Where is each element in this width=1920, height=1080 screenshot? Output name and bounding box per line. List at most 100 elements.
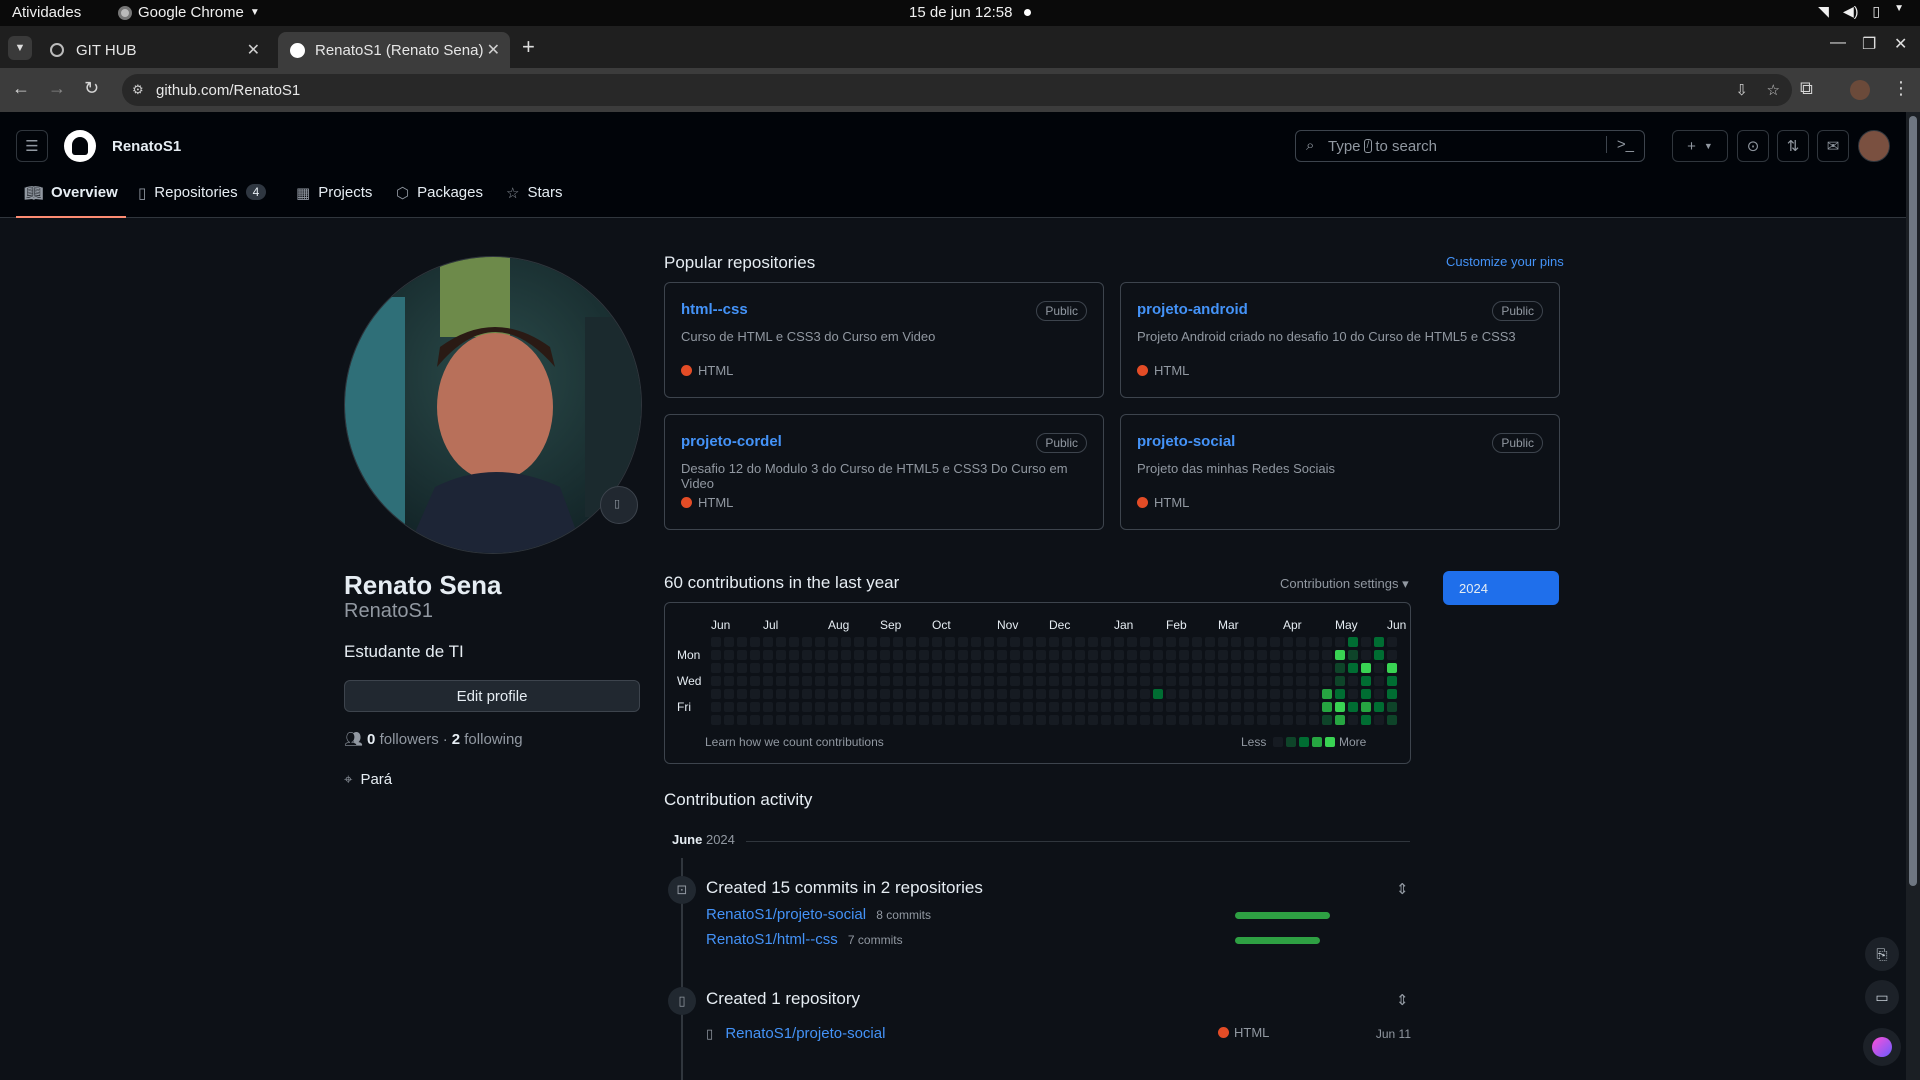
contribution-day-cell[interactable] [1283, 715, 1293, 725]
contribution-day-cell[interactable] [1010, 650, 1020, 660]
contribution-day-cell[interactable] [1348, 689, 1358, 699]
contribution-day-cell[interactable] [1075, 637, 1085, 647]
contribution-settings-button[interactable]: Contribution settings ▾ [1280, 576, 1409, 592]
contribution-day-cell[interactable] [776, 715, 786, 725]
contribution-day-cell[interactable] [1023, 637, 1033, 647]
contribution-day-cell[interactable] [1049, 676, 1059, 686]
contribution-day-cell[interactable] [1218, 689, 1228, 699]
contribution-day-cell[interactable] [737, 715, 747, 725]
contribution-day-cell[interactable] [802, 689, 812, 699]
contribution-day-cell[interactable] [1270, 702, 1280, 712]
contribution-day-cell[interactable] [1361, 650, 1371, 660]
contribution-day-cell[interactable] [1088, 663, 1098, 673]
contribution-day-cell[interactable] [1374, 715, 1384, 725]
contribution-day-cell[interactable] [737, 689, 747, 699]
contribution-day-cell[interactable] [1166, 715, 1176, 725]
contribution-day-cell[interactable] [1049, 637, 1059, 647]
contribution-day-cell[interactable] [1192, 676, 1202, 686]
contribution-day-cell[interactable] [789, 637, 799, 647]
contribution-day-cell[interactable] [1127, 637, 1137, 647]
contribution-day-cell[interactable] [1114, 663, 1124, 673]
contribution-day-cell[interactable] [1023, 715, 1033, 725]
contribution-day-cell[interactable] [1179, 637, 1189, 647]
contribution-day-cell[interactable] [1010, 637, 1020, 647]
contribution-day-cell[interactable] [1309, 715, 1319, 725]
contribution-day-cell[interactable] [984, 689, 994, 699]
contribution-day-cell[interactable] [1309, 676, 1319, 686]
contribution-day-cell[interactable] [841, 676, 851, 686]
contribution-day-cell[interactable] [789, 702, 799, 712]
contribution-day-cell[interactable] [1348, 663, 1358, 673]
contribution-day-cell[interactable] [971, 689, 981, 699]
contribution-day-cell[interactable] [737, 650, 747, 660]
contribution-day-cell[interactable] [841, 689, 851, 699]
contribution-day-cell[interactable] [1179, 650, 1189, 660]
contribution-day-cell[interactable] [1088, 676, 1098, 686]
contribution-day-cell[interactable] [1036, 702, 1046, 712]
contribution-day-cell[interactable] [711, 637, 721, 647]
contribution-day-cell[interactable] [1231, 650, 1241, 660]
contribution-day-cell[interactable] [737, 676, 747, 686]
contribution-day-cell[interactable] [802, 702, 812, 712]
contribution-day-cell[interactable] [906, 650, 916, 660]
contribution-day-cell[interactable] [1335, 702, 1345, 712]
contribution-day-cell[interactable] [945, 637, 955, 647]
contribution-day-cell[interactable] [1231, 702, 1241, 712]
contribution-day-cell[interactable] [1127, 715, 1137, 725]
contribution-day-cell[interactable] [828, 676, 838, 686]
contribution-day-cell[interactable] [1114, 676, 1124, 686]
contribution-day-cell[interactable] [1309, 663, 1319, 673]
contribution-day-cell[interactable] [880, 637, 890, 647]
contribution-day-cell[interactable] [893, 702, 903, 712]
contribution-day-cell[interactable] [945, 689, 955, 699]
menu-button[interactable]: ☰ [16, 130, 48, 162]
contribution-day-cell[interactable] [1283, 637, 1293, 647]
contribution-day-cell[interactable] [867, 702, 877, 712]
contribution-day-cell[interactable] [763, 702, 773, 712]
contribution-day-cell[interactable] [1270, 663, 1280, 673]
contribution-day-cell[interactable] [711, 650, 721, 660]
contribution-day-cell[interactable] [1257, 715, 1267, 725]
contribution-day-cell[interactable] [711, 715, 721, 725]
contribution-day-cell[interactable] [1361, 676, 1371, 686]
contribution-day-cell[interactable] [1036, 650, 1046, 660]
contribution-day-cell[interactable] [763, 637, 773, 647]
contribution-day-cell[interactable] [1322, 650, 1332, 660]
contribution-day-cell[interactable] [1140, 676, 1150, 686]
contribution-day-cell[interactable] [1205, 702, 1215, 712]
contribution-day-cell[interactable] [919, 715, 929, 725]
contribution-day-cell[interactable] [1296, 715, 1306, 725]
contribution-day-cell[interactable] [1283, 689, 1293, 699]
commit-count[interactable]: 7 commits [848, 933, 903, 947]
contribution-day-cell[interactable] [854, 715, 864, 725]
contribution-day-cell[interactable] [1231, 676, 1241, 686]
contribution-day-cell[interactable] [750, 637, 760, 647]
contribution-day-cell[interactable] [1205, 650, 1215, 660]
contribution-day-cell[interactable] [1231, 663, 1241, 673]
tab-stars[interactable]: ☆ Stars [506, 184, 562, 218]
contribution-day-cell[interactable] [1023, 689, 1033, 699]
contribution-day-cell[interactable] [1218, 702, 1228, 712]
contribution-day-cell[interactable] [919, 663, 929, 673]
contribution-day-cell[interactable] [1218, 663, 1228, 673]
contribution-day-cell[interactable] [1023, 663, 1033, 673]
contribution-day-cell[interactable] [1101, 650, 1111, 660]
contribution-day-cell[interactable] [1244, 676, 1254, 686]
contribution-day-cell[interactable] [1101, 637, 1111, 647]
contribution-day-cell[interactable] [1257, 676, 1267, 686]
contribution-day-cell[interactable] [1127, 689, 1137, 699]
contribution-day-cell[interactable] [1023, 676, 1033, 686]
tab-projects[interactable]: ▦ Projects [296, 184, 372, 218]
inbox-button[interactable]: ✉ [1817, 130, 1849, 162]
contribution-day-cell[interactable] [1166, 663, 1176, 673]
contribution-day-cell[interactable] [1166, 676, 1176, 686]
contribution-day-cell[interactable] [1192, 689, 1202, 699]
contribution-day-cell[interactable] [841, 650, 851, 660]
contribution-day-cell[interactable] [1270, 689, 1280, 699]
contribution-day-cell[interactable] [1309, 702, 1319, 712]
contribution-day-cell[interactable] [893, 650, 903, 660]
contribution-day-cell[interactable] [1296, 663, 1306, 673]
contribution-day-cell[interactable] [750, 663, 760, 673]
contribution-day-cell[interactable] [854, 663, 864, 673]
window-close-icon[interactable]: ✕ [1894, 34, 1907, 54]
